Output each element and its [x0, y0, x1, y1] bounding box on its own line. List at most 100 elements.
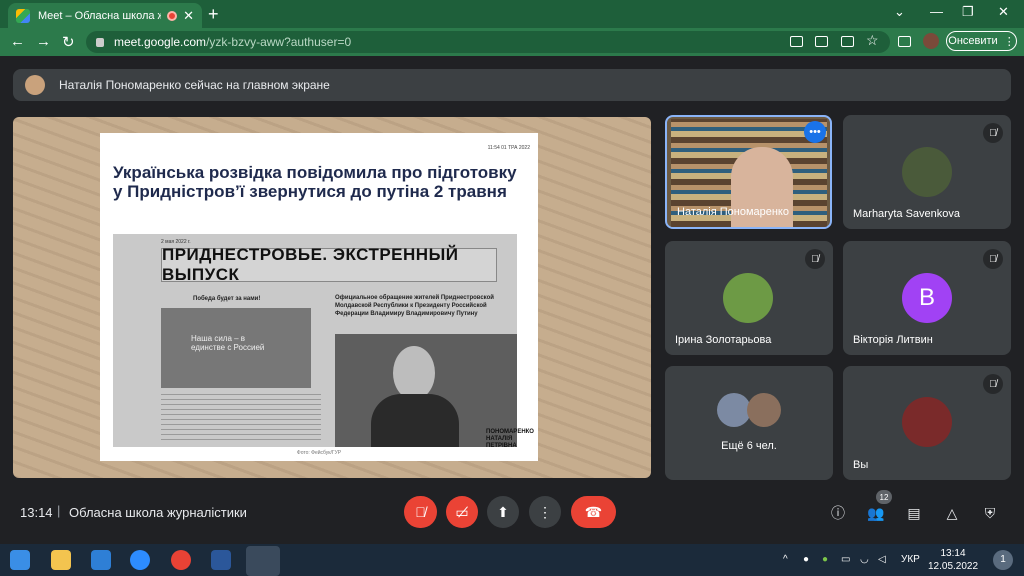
participant-avatar — [723, 273, 773, 323]
address-bar-row: ← → ↻ meet.google.com/yzk-bzvy-aww?authu… — [0, 28, 1024, 56]
participant-tile[interactable]: 🎙̸ Ірина Золотарьова — [665, 241, 833, 355]
newspaper-masthead: ПРИДНЕСТРОВЬЕ. ЭКСТРЕННЫЙ ВЫПУСК — [161, 245, 497, 284]
reload-icon[interactable]: ↻ — [62, 33, 75, 51]
file-explorer-icon[interactable] — [51, 550, 71, 570]
mic-off-icon: 🎙̸ — [983, 374, 1003, 394]
meeting-details-icon[interactable]: ⓘ — [828, 503, 848, 523]
clock-date: 12.05.2022 — [928, 561, 979, 572]
self-tile[interactable]: 🎙̸ Вы — [843, 366, 1011, 480]
tray-overflow-icon[interactable]: ^ — [783, 554, 788, 565]
chrome-incognito-icon[interactable] — [246, 546, 280, 576]
url-host: meet.google.com — [114, 35, 207, 49]
slide-timestamp: 11:54 01 ТРА 2022 — [487, 145, 530, 151]
forward-icon[interactable]: → — [36, 33, 51, 50]
incognito-label: Онсевити — [948, 35, 998, 47]
mic-off-button[interactable]: 🎙̸ — [404, 496, 437, 528]
slide-headline: Українська розвідка повідомила про підго… — [113, 163, 517, 201]
more-participants-label: Ещё 6 чел. — [721, 440, 777, 452]
present-screen-icon: ⬆ — [497, 503, 509, 520]
url-path: /yzk-bzvy-aww?authuser=0 — [206, 35, 352, 49]
camera-icon[interactable] — [790, 36, 803, 47]
notifications-icon[interactable]: 1 — [993, 550, 1013, 570]
chrome-icon[interactable] — [171, 550, 191, 570]
host-controls-icon[interactable]: ⛨ — [980, 503, 1000, 523]
people-count-badge: 12 — [876, 490, 892, 504]
tray-app-icon[interactable]: ● — [803, 554, 809, 565]
windows-taskbar: ^ ● ● ▭ ◡ ◁ УКР 13:14 12.05.2022 1 — [0, 544, 1024, 576]
participant-name: Вікторія Литвин — [853, 334, 933, 346]
taskbar-clock[interactable]: 13:14 12.05.2022 — [928, 547, 978, 573]
mic-off-icon: 🎙̸ — [983, 249, 1003, 269]
mic-off-icon: 🎙̸ — [415, 504, 426, 520]
portrait-suit — [371, 394, 459, 447]
recording-icon — [167, 10, 178, 21]
tab-title: Meet – Обласна школа жур — [38, 9, 161, 22]
meeting-title: Обласна школа журналістики — [69, 505, 247, 520]
close-tab-icon[interactable]: ✕ — [183, 8, 194, 24]
back-icon[interactable]: ← — [10, 33, 25, 50]
new-tab-button[interactable]: + — [208, 4, 219, 25]
leave-call-button[interactable]: ☎ — [571, 496, 616, 528]
more-options-button[interactable]: ⋮ — [529, 496, 561, 528]
more-options-icon[interactable]: ••• — [804, 121, 826, 143]
lock-icon — [96, 37, 104, 47]
participant-avatar — [902, 147, 952, 197]
mic-off-icon: 🎙̸ — [983, 123, 1003, 143]
chat-icon[interactable]: ▤ — [904, 503, 924, 523]
close-window-icon[interactable]: ✕ — [998, 4, 1009, 20]
more-vert-icon: ⋮ — [538, 503, 552, 520]
clock-time: 13:14 — [940, 548, 966, 559]
camera-off-icon: ▭̸ — [455, 503, 469, 520]
present-button[interactable]: ⬆ — [487, 496, 519, 528]
language-indicator[interactable]: УКР — [901, 554, 920, 565]
windows-start-icon[interactable] — [10, 550, 30, 570]
people-icon[interactable]: 👥 — [866, 503, 886, 523]
presentation-slide: 11:54 01 ТРА 2022 Українська розвідка по… — [100, 133, 538, 461]
more-participants-tile[interactable]: Ещё 6 чел. — [665, 366, 833, 480]
participant-initial-avatar: B — [902, 273, 952, 323]
volume-icon[interactable]: ◁ — [878, 554, 886, 565]
incognito-button[interactable]: Онсевити ⋮ — [946, 31, 1017, 51]
battery-icon[interactable]: ▭ — [841, 554, 850, 565]
browser-tab[interactable]: Meet – Обласна школа жур ✕ — [8, 3, 202, 28]
newspaper-appeal: Официальное обращение жителей Приднестро… — [335, 295, 494, 317]
presenting-banner: Наталія Пономаренко сейчас на главном эк… — [13, 69, 1011, 101]
minimize-icon[interactable]: — — [930, 4, 943, 19]
side-panel-icon[interactable] — [898, 36, 911, 47]
author-logo: ПОНОМАРЕНКО НАТАЛІЯ ПЕТРІВНА — [486, 429, 534, 449]
share-icon[interactable] — [841, 36, 854, 47]
participant-avatar — [747, 393, 781, 427]
profile-avatar[interactable] — [923, 33, 939, 49]
zoom-icon[interactable] — [130, 550, 150, 570]
tray-security-icon[interactable]: ● — [822, 554, 828, 565]
presenter-avatar — [25, 75, 45, 95]
photo-credit: Фото: Фейсбук/ГУР — [296, 450, 342, 456]
bookmark-star-icon[interactable]: ☆ — [866, 32, 879, 49]
participant-name: Наталія Пономаренко — [677, 206, 789, 218]
restore-icon[interactable]: ❐ — [962, 4, 974, 20]
meet-favicon-icon — [16, 8, 30, 23]
network-icon[interactable]: ◡ — [860, 554, 869, 565]
kebab-menu-icon: ⋮ — [1003, 35, 1015, 48]
participant-name: Ірина Золотарьова — [675, 334, 772, 346]
participant-tile[interactable]: 🎙̸ Marharyta Savenkova — [843, 115, 1011, 229]
participant-avatar — [717, 393, 751, 427]
url-input[interactable]: meet.google.com/yzk-bzvy-aww?authuser=0 — [86, 31, 890, 53]
tab-search-icon[interactable]: ⌄ — [894, 4, 905, 20]
participant-tile[interactable]: ••• Наталія Пономаренко — [665, 115, 832, 229]
participant-name: Marharyta Savenkova — [853, 208, 960, 220]
banner-text: Наталія Пономаренко сейчас на главном эк… — [59, 78, 330, 92]
newspaper-columns — [161, 394, 321, 444]
rally-slogan: Наша сила – в единстве с Россией — [191, 334, 265, 352]
mic-off-icon: 🎙̸ — [805, 249, 825, 269]
newspaper-subhead: Победа будет за нами! — [193, 296, 261, 302]
hang-up-icon: ☎ — [584, 503, 603, 520]
translate-icon[interactable] — [815, 36, 828, 47]
meeting-time: 13:14 — [20, 505, 53, 520]
activities-icon[interactable]: △ — [942, 503, 962, 523]
participant-tile[interactable]: 🎙̸ B Вікторія Литвин — [843, 241, 1011, 355]
newspaper-photo: 2 мая 2022 г. ПРИДНЕСТРОВЬЕ. ЭКСТРЕННЫЙ … — [113, 234, 517, 447]
camera-off-button[interactable]: ▭̸ — [446, 496, 478, 528]
word-icon[interactable] — [211, 550, 231, 570]
microsoft-store-icon[interactable] — [91, 550, 111, 570]
